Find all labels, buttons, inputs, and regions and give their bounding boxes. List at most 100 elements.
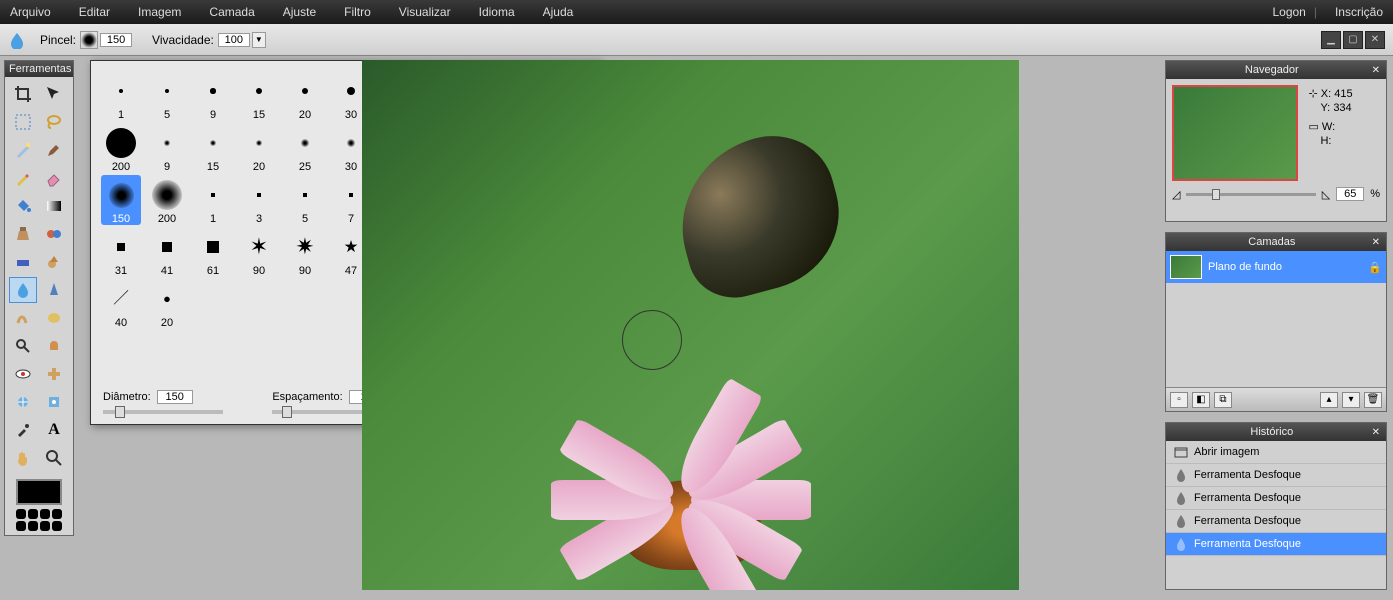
color-preset[interactable]	[28, 509, 38, 519]
brush-preset[interactable]: 15	[239, 71, 279, 121]
history-item[interactable]: Abrir imagem	[1166, 441, 1386, 464]
color-preset[interactable]	[16, 509, 26, 519]
pencil-tool[interactable]	[9, 165, 37, 191]
dodge-tool[interactable]	[9, 333, 37, 359]
layer-down-button[interactable]: ▾	[1342, 392, 1360, 408]
window-close-button[interactable]: ✕	[1365, 31, 1385, 49]
spot-heal-tool[interactable]	[40, 361, 68, 387]
brush-preset[interactable]: 25	[285, 123, 325, 173]
history-item[interactable]: Ferramenta Desfoque	[1166, 487, 1386, 510]
menu-visualizar[interactable]: Visualizar	[399, 5, 451, 19]
color-preset[interactable]	[40, 509, 50, 519]
brush-preset[interactable]: 9	[193, 71, 233, 121]
marquee-tool[interactable]	[9, 109, 37, 135]
brush-preset[interactable]: 3	[239, 175, 279, 225]
hand-tool[interactable]	[9, 445, 37, 471]
logon-link[interactable]: Logon	[1272, 5, 1305, 19]
wand-tool[interactable]	[9, 137, 37, 163]
zoom-tool[interactable]	[40, 445, 68, 471]
new-layer-button[interactable]: ▫	[1170, 392, 1188, 408]
brush-preset[interactable]: 200	[101, 123, 141, 173]
lock-icon[interactable]: 🔒	[1368, 261, 1382, 274]
foreground-color[interactable]	[16, 479, 62, 505]
bloat-tool[interactable]	[9, 389, 37, 415]
gradient-tool[interactable]	[40, 193, 68, 219]
delete-layer-button[interactable]: 🗑	[1364, 392, 1382, 408]
brush-preset[interactable]: 1	[193, 175, 233, 225]
zoom-out-icon[interactable]: ◿	[1172, 188, 1180, 201]
eyedropper-tool[interactable]	[9, 417, 37, 443]
zoom-slider[interactable]	[1186, 193, 1315, 196]
brush-preset[interactable]: 150	[101, 175, 141, 225]
brush-preset[interactable]: ●20	[147, 279, 187, 329]
menu-ajuda[interactable]: Ajuda	[543, 5, 574, 19]
smudge-tool[interactable]	[9, 305, 37, 331]
burn-tool[interactable]	[40, 333, 68, 359]
menu-idioma[interactable]: Idioma	[479, 5, 515, 19]
canvas[interactable]	[362, 60, 1019, 590]
bucket-tool[interactable]	[9, 193, 37, 219]
color-preset[interactable]	[52, 521, 62, 531]
menu-camada[interactable]: Camada	[209, 5, 254, 19]
zoom-input[interactable]	[1336, 187, 1364, 201]
redeye-tool[interactable]	[9, 361, 37, 387]
window-maximize-button[interactable]: ▢	[1343, 31, 1363, 49]
color-replace-tool[interactable]	[40, 221, 68, 247]
diameter-slider[interactable]	[103, 410, 223, 414]
navigator-close-icon[interactable]: ✕	[1372, 65, 1380, 76]
brush-preset[interactable]: 9	[147, 123, 187, 173]
color-preset[interactable]	[40, 521, 50, 531]
brush-preset[interactable]: 31	[101, 227, 141, 277]
brush-tool[interactable]	[40, 137, 68, 163]
sponge-tool[interactable]	[40, 305, 68, 331]
crop-tool[interactable]	[9, 81, 37, 107]
duplicate-layer-button[interactable]: ⧉	[1214, 392, 1232, 408]
brush-preview-icon[interactable]	[80, 31, 98, 49]
menu-imagem[interactable]: Imagem	[138, 5, 181, 19]
brush-preset[interactable]: ✷90	[285, 227, 325, 277]
sharpen-tool[interactable]	[40, 277, 68, 303]
brush-preset[interactable]: ✶90	[239, 227, 279, 277]
blur-tool[interactable]	[9, 277, 37, 303]
type-tool[interactable]: A	[40, 417, 68, 443]
draw-tool[interactable]	[9, 249, 37, 275]
pinch-tool[interactable]	[40, 389, 68, 415]
window-minimize-button[interactable]: ▁	[1321, 31, 1341, 49]
color-preset[interactable]	[52, 509, 62, 519]
brush-preset[interactable]: 20	[239, 123, 279, 173]
brush-preset[interactable]: 5	[147, 71, 187, 121]
brush-preset[interactable]: 41	[147, 227, 187, 277]
shape-tool[interactable]	[40, 249, 68, 275]
brush-preset[interactable]: 61	[193, 227, 233, 277]
brush-preset[interactable]: 20	[285, 71, 325, 121]
history-item[interactable]: Ferramenta Desfoque	[1166, 510, 1386, 533]
vivacity-dropdown[interactable]: ▼	[252, 32, 266, 48]
move-tool[interactable]	[40, 81, 68, 107]
layer-up-button[interactable]: ▴	[1320, 392, 1338, 408]
brush-preset[interactable]: 15	[193, 123, 233, 173]
clone-tool[interactable]	[9, 221, 37, 247]
menu-ajuste[interactable]: Ajuste	[283, 5, 316, 19]
zoom-in-icon[interactable]: ◺	[1322, 188, 1330, 201]
history-item[interactable]: Ferramenta Desfoque	[1166, 533, 1386, 556]
menu-arquivo[interactable]: Arquivo	[10, 5, 51, 19]
inscricao-link[interactable]: Inscrição	[1335, 5, 1383, 19]
brush-size-input[interactable]	[100, 33, 132, 47]
navigator-thumbnail[interactable]	[1172, 85, 1298, 181]
brush-preset[interactable]: ／40	[101, 279, 141, 329]
color-preset[interactable]	[16, 521, 26, 531]
layers-close-icon[interactable]: ✕	[1372, 237, 1380, 248]
brush-preset[interactable]: 200	[147, 175, 187, 225]
diameter-input[interactable]	[157, 390, 193, 404]
layer-item[interactable]: Plano de fundo 🔒	[1166, 251, 1386, 283]
history-close-icon[interactable]: ✕	[1372, 427, 1380, 438]
menu-editar[interactable]: Editar	[79, 5, 110, 19]
color-preset[interactable]	[28, 521, 38, 531]
vivacity-input[interactable]	[218, 33, 250, 47]
eraser-tool[interactable]	[40, 165, 68, 191]
brush-preset[interactable]: 5	[285, 175, 325, 225]
history-item[interactable]: Ferramenta Desfoque	[1166, 464, 1386, 487]
lasso-tool[interactable]	[40, 109, 68, 135]
menu-filtro[interactable]: Filtro	[344, 5, 371, 19]
layer-mask-button[interactable]: ◧	[1192, 392, 1210, 408]
